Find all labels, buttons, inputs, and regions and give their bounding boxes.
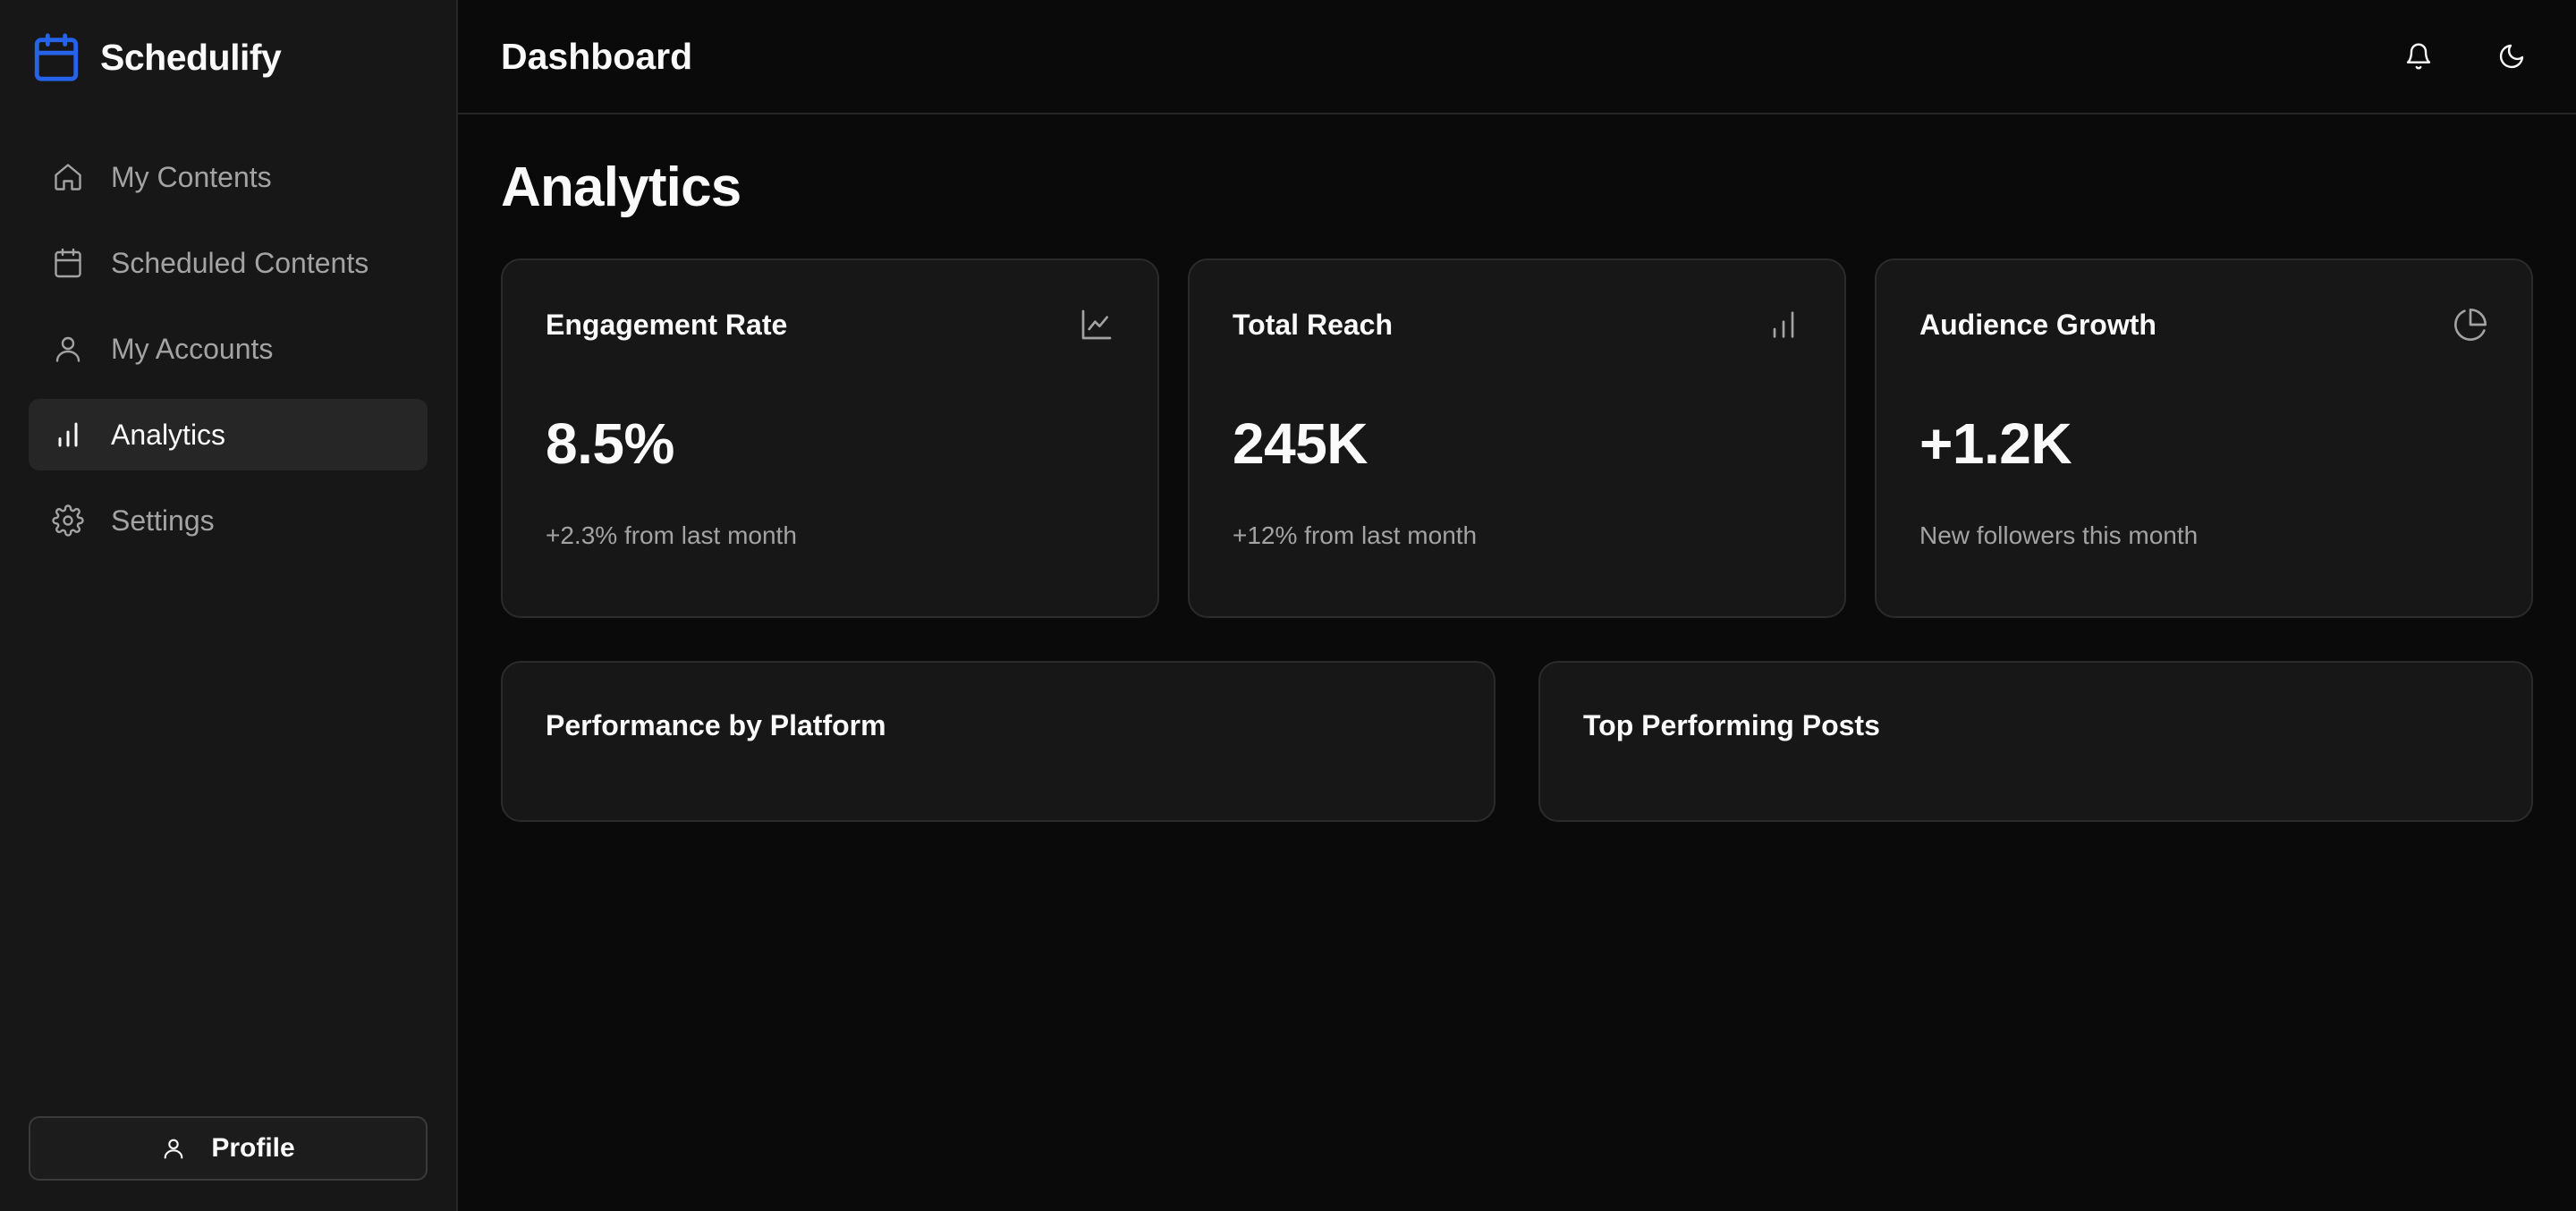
- sidebar-nav: My Contents Scheduled Contents My Accoun…: [0, 114, 456, 556]
- sidebar-item-settings[interactable]: Settings: [29, 485, 428, 556]
- calendar-icon: [52, 247, 84, 279]
- main-area: Dashboard Analytics Engagement Rate 8.5%…: [458, 0, 2576, 1211]
- sidebar-item-my-accounts[interactable]: My Accounts: [29, 313, 428, 385]
- stat-subtext: +2.3% from last month: [546, 521, 797, 549]
- panel-title: Top Performing Posts: [1583, 709, 1880, 741]
- bar-chart-icon: [1766, 307, 1801, 343]
- stat-label: Engagement Rate: [546, 308, 788, 341]
- user-icon: [161, 1136, 186, 1161]
- stat-value: 8.5%: [546, 411, 674, 476]
- moon-icon: [2497, 42, 2526, 71]
- stat-label: Audience Growth: [1919, 308, 2157, 341]
- sidebar: Schedulify My Contents Scheduled Content…: [0, 0, 458, 1211]
- pie-chart-icon: [2453, 307, 2488, 343]
- top-performing-posts-panel: Top Performing Posts: [1538, 661, 2533, 822]
- sidebar-item-label: My Accounts: [111, 332, 274, 365]
- header-title: Dashboard: [501, 35, 693, 77]
- stat-value: 245K: [1233, 411, 1368, 476]
- sidebar-item-my-contents[interactable]: My Contents: [29, 141, 428, 213]
- home-icon: [52, 161, 84, 193]
- theme-toggle-button[interactable]: [2492, 37, 2531, 76]
- stat-card-audience-growth: Audience Growth +1.2K New followers this…: [1875, 258, 2533, 618]
- page-title: Analytics: [501, 157, 741, 218]
- sidebar-item-label: Settings: [111, 504, 215, 537]
- stat-subtext: New followers this month: [1919, 521, 2199, 549]
- bell-icon: [2404, 42, 2433, 71]
- analytics-content: Analytics Engagement Rate 8.5% +2.3% fro…: [458, 114, 2576, 822]
- sidebar-item-label: Scheduled Contents: [111, 246, 369, 279]
- sidebar-item-label: My Contents: [111, 160, 272, 193]
- stat-subtext: +12% from last month: [1233, 521, 1478, 549]
- top-bar: Dashboard: [458, 0, 2576, 114]
- sidebar-item-analytics[interactable]: Analytics: [29, 399, 428, 470]
- bar-chart-icon: [52, 419, 84, 451]
- stat-value: +1.2K: [1919, 411, 2072, 476]
- profile-button[interactable]: Profile: [29, 1116, 428, 1181]
- user-icon: [52, 333, 84, 365]
- sidebar-item-scheduled-contents[interactable]: Scheduled Contents: [29, 227, 428, 299]
- stat-card-total-reach: Total Reach 245K +12% from last month: [1188, 258, 1846, 618]
- panels-row: Performance by Platform Top Performing P…: [501, 661, 2533, 822]
- calendar-logo-icon: [30, 31, 82, 83]
- notifications-button[interactable]: [2399, 37, 2438, 76]
- sidebar-item-label: Analytics: [111, 418, 226, 451]
- header-actions: [2399, 37, 2531, 76]
- performance-by-platform-panel: Performance by Platform: [501, 661, 1496, 822]
- line-chart-icon: [1079, 307, 1114, 343]
- stat-card-engagement-rate: Engagement Rate 8.5% +2.3% from last mon…: [501, 258, 1159, 618]
- panel-title: Performance by Platform: [546, 709, 886, 741]
- stat-label: Total Reach: [1233, 308, 1393, 341]
- app-root: Schedulify My Contents Scheduled Content…: [0, 0, 2576, 1211]
- profile-button-label: Profile: [211, 1133, 295, 1163]
- brand[interactable]: Schedulify: [0, 0, 456, 114]
- stats-row: Engagement Rate 8.5% +2.3% from last mon…: [501, 258, 2533, 618]
- brand-name: Schedulify: [100, 36, 282, 78]
- gear-icon: [52, 504, 84, 537]
